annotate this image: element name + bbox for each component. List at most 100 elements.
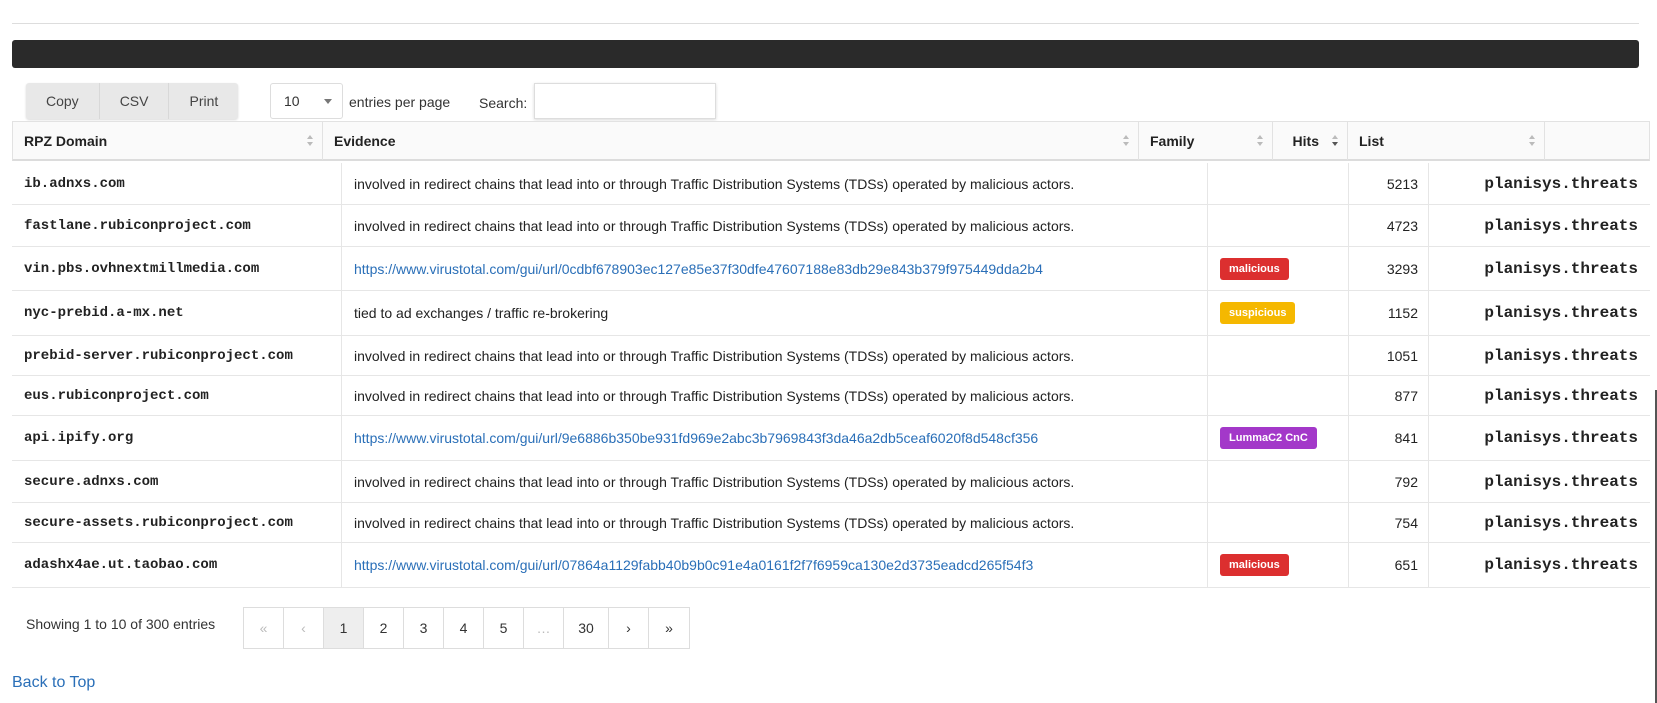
pagination-item[interactable]: 1 xyxy=(324,608,364,648)
table-row: prebid-server.rubiconproject.com involved… xyxy=(12,336,1650,376)
list-cell: planisys.threats xyxy=(1484,346,1638,365)
table-row: vin.pbs.ovhnextmillmedia.com https://www.… xyxy=(12,247,1650,291)
column-header-label: RPZ Domain xyxy=(24,133,108,149)
evidence-cell: https://www.virustotal.com/gui/url/07864… xyxy=(342,543,1208,587)
evidence-cell: involved in redirect chains that lead in… xyxy=(342,205,1208,246)
sort-icon xyxy=(307,135,314,147)
column-header-label: Family xyxy=(1150,133,1195,149)
evidence-text: tied to ad exchanges / traffic re-broker… xyxy=(354,305,609,321)
family-badge: malicious xyxy=(1220,554,1289,576)
sort-icon xyxy=(1529,135,1536,147)
search-input[interactable] xyxy=(534,83,716,119)
evidence-cell: https://www.virustotal.com/gui/url/0cdbf… xyxy=(342,247,1208,290)
family-cell xyxy=(1208,503,1349,542)
domain-cell: secure.adnxs.com xyxy=(12,461,342,502)
evidence-text: involved in redirect chains that lead in… xyxy=(354,473,1075,490)
table-header: RPZ Domain Evidence Family Hits List xyxy=(12,121,1650,161)
list-cell: planisys.threats xyxy=(1484,472,1638,491)
column-header-family[interactable]: Family xyxy=(1139,122,1273,160)
column-header-evidence[interactable]: Evidence xyxy=(323,122,1139,160)
hits-cell: 1051 xyxy=(1349,336,1429,375)
pagination: «‹ 1 2 3 4 5… 30 ›» xyxy=(243,607,690,649)
hits-cell: 877 xyxy=(1349,376,1429,415)
evidence-cell: tied to ad exchanges / traffic re-broker… xyxy=(342,291,1208,335)
page-length-label: entries per page xyxy=(349,94,451,110)
evidence-text: involved in redirect chains that lead in… xyxy=(354,217,1075,234)
domain-cell: secure-assets.rubiconproject.com xyxy=(12,503,342,542)
table-info: Showing 1 to 10 of 300 entries xyxy=(26,616,216,632)
hits-cell: 3293 xyxy=(1349,247,1429,290)
evidence-text: involved in redirect chains that lead in… xyxy=(354,175,1075,192)
column-header-rpz-domain[interactable]: RPZ Domain xyxy=(13,122,323,160)
domain-cell: prebid-server.rubiconproject.com xyxy=(12,336,342,375)
family-badge: LummaC2 CnC xyxy=(1220,427,1317,449)
pagination-item[interactable]: 30 xyxy=(564,608,609,648)
domain-cell: ib.adnxs.com xyxy=(12,163,342,204)
table-row: secure-assets.rubiconproject.com involved… xyxy=(12,503,1650,543)
table-row: eus.rubiconproject.com involved in redire… xyxy=(12,376,1650,416)
pagination-item[interactable]: 3 xyxy=(404,608,444,648)
list-cell: planisys.threats xyxy=(1484,216,1638,235)
table-row: ib.adnxs.com involved in redirect chains … xyxy=(12,163,1650,205)
csv-button[interactable]: CSV xyxy=(100,83,170,119)
family-cell xyxy=(1208,336,1349,375)
family-cell: suspicious xyxy=(1208,291,1349,335)
column-header-hits[interactable]: Hits xyxy=(1273,122,1348,160)
evidence-cell: involved in redirect chains that lead in… xyxy=(342,336,1208,375)
top-divider xyxy=(12,23,1639,24)
hits-cell: 1152 xyxy=(1349,291,1429,335)
pagination-item[interactable]: 5 xyxy=(484,608,524,648)
list-cell: planisys.threats xyxy=(1484,304,1638,322)
evidence-cell: https://www.virustotal.com/gui/url/9e688… xyxy=(342,416,1208,460)
pagination-item[interactable]: 4 xyxy=(444,608,484,648)
evidence-cell: involved in redirect chains that lead in… xyxy=(342,503,1208,542)
dark-header-bar xyxy=(12,40,1639,68)
sort-descending-icon xyxy=(1332,135,1339,147)
pagination-item: ‹ xyxy=(284,608,324,648)
family-cell: malicious xyxy=(1208,247,1349,290)
column-header-label: Hits xyxy=(1292,133,1319,149)
list-cell: planisys.threats xyxy=(1484,513,1638,532)
family-cell: malicious xyxy=(1208,543,1349,587)
hits-cell: 754 xyxy=(1349,503,1429,542)
column-header-label: Evidence xyxy=(334,133,396,149)
domain-cell: eus.rubiconproject.com xyxy=(12,376,342,415)
domain-cell: adashx4ae.ut.taobao.com xyxy=(12,543,342,587)
table-row: adashx4ae.ut.taobao.com https://www.virus… xyxy=(12,543,1650,588)
print-button[interactable]: Print xyxy=(169,83,238,119)
evidence-cell: involved in redirect chains that lead in… xyxy=(342,163,1208,204)
column-header-label: List xyxy=(1359,133,1384,149)
column-header-list[interactable]: List xyxy=(1348,122,1545,160)
family-badge: malicious xyxy=(1220,257,1289,280)
family-cell xyxy=(1208,163,1349,204)
pagination-item: … xyxy=(524,608,564,648)
list-cell: planisys.threats xyxy=(1484,429,1638,447)
pagination-item[interactable]: 2 xyxy=(364,608,404,648)
chevron-down-icon xyxy=(324,99,332,104)
family-cell: LummaC2 CnC xyxy=(1208,416,1349,460)
sort-icon xyxy=(1257,135,1264,147)
evidence-link[interactable]: https://www.virustotal.com/gui/url/0cdbf… xyxy=(354,261,1043,277)
copy-button[interactable]: Copy xyxy=(26,83,100,119)
list-cell: planisys.threats xyxy=(1484,386,1638,405)
domain-cell: vin.pbs.ovhnextmillmedia.com xyxy=(12,247,342,290)
sort-icon xyxy=(1123,135,1130,147)
pagination-item: « xyxy=(244,608,284,648)
page-length-value: 10 xyxy=(284,93,300,109)
evidence-cell: involved in redirect chains that lead in… xyxy=(342,376,1208,415)
page-length-select[interactable]: 10 xyxy=(270,83,343,119)
export-button-group: Copy CSV Print xyxy=(26,83,239,119)
domain-cell: api.ipify.org xyxy=(12,416,342,460)
hits-cell: 4723 xyxy=(1349,205,1429,246)
search-label: Search: xyxy=(479,95,528,111)
evidence-text: involved in redirect chains that lead in… xyxy=(354,347,1075,364)
back-to-top-link[interactable]: Back to Top xyxy=(12,674,95,692)
list-cell: planisys.threats xyxy=(1484,259,1638,278)
evidence-link[interactable]: https://www.virustotal.com/gui/url/9e688… xyxy=(354,430,1038,446)
list-cell: planisys.threats xyxy=(1484,174,1638,193)
pagination-item[interactable]: › xyxy=(609,608,649,648)
pagination-item[interactable]: » xyxy=(649,608,689,648)
list-cell: planisys.threats xyxy=(1484,556,1638,574)
hits-cell: 651 xyxy=(1349,543,1429,587)
evidence-link[interactable]: https://www.virustotal.com/gui/url/07864… xyxy=(354,557,1033,573)
